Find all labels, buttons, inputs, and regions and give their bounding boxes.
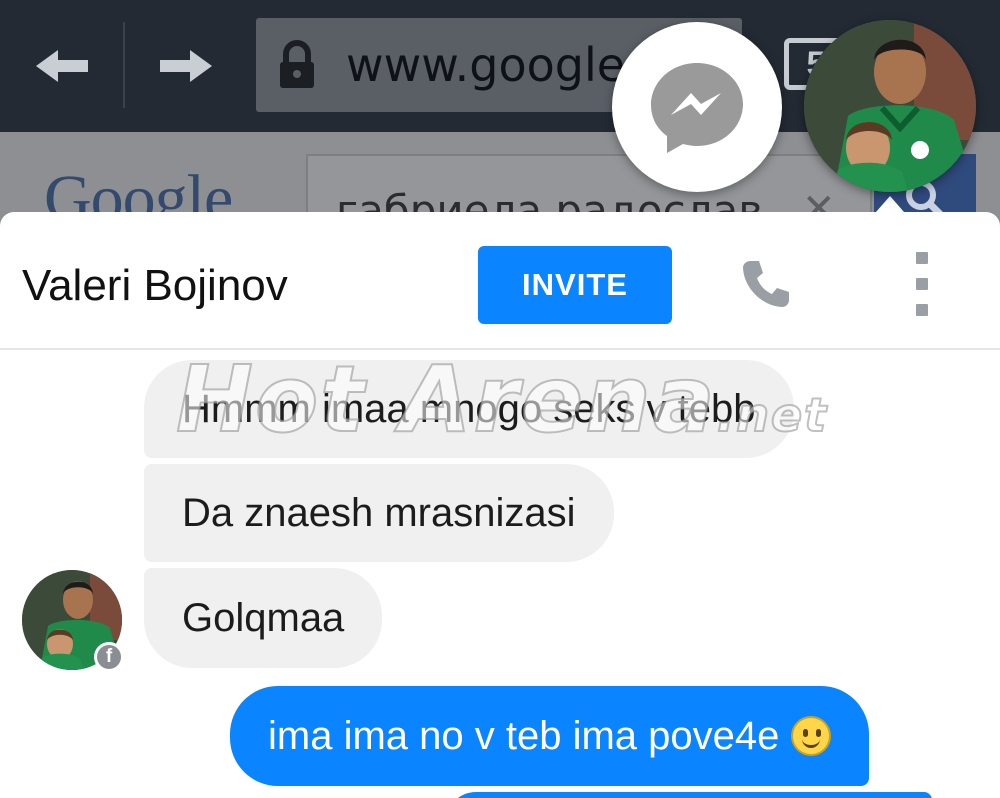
arrow-left-icon: [36, 50, 88, 82]
outgoing-message[interactable]: ima ima no v teb ima pove4e: [230, 686, 870, 786]
more-options-button[interactable]: [902, 252, 942, 316]
more-vertical-icon-dot: [916, 278, 928, 290]
phone-icon: [743, 261, 789, 307]
contact-photo: [804, 20, 976, 192]
arrow-right-icon: [160, 50, 212, 82]
nav-divider: [123, 22, 125, 108]
more-vertical-icon-dot: [916, 304, 928, 316]
outgoing-message-text: ima ima no v teb ima pove4e: [268, 714, 780, 758]
smiley-emoji-icon: [791, 716, 832, 756]
contact-name: Valeri Bojinov: [22, 261, 288, 310]
facebook-badge-icon: f: [94, 642, 124, 672]
incoming-message[interactable]: Da znaesh mrasnizasi: [144, 464, 614, 562]
messenger-icon: [651, 63, 743, 153]
chat-header: Valeri Bojinov INVITE: [0, 212, 1000, 350]
chat-head-pointer: [876, 196, 904, 212]
outgoing-message-partial[interactable]: [446, 792, 932, 798]
more-vertical-icon: [916, 252, 928, 264]
contact-chat-head[interactable]: [804, 20, 976, 192]
invite-button[interactable]: INVITE: [478, 246, 672, 324]
lock-icon: [280, 40, 314, 88]
back-button[interactable]: [26, 38, 98, 94]
forward-button[interactable]: [150, 38, 222, 94]
chat-panel: Valeri Bojinov INVITE Hmmm imaa mnogo se…: [0, 212, 1000, 798]
url-text: www.google: [346, 38, 626, 92]
incoming-message[interactable]: Golqmaa: [144, 568, 383, 668]
call-button[interactable]: [736, 254, 796, 314]
messenger-chat-head[interactable]: [612, 22, 782, 192]
incoming-message[interactable]: Hmmm imaa mnogo seks v tebb: [144, 360, 794, 458]
